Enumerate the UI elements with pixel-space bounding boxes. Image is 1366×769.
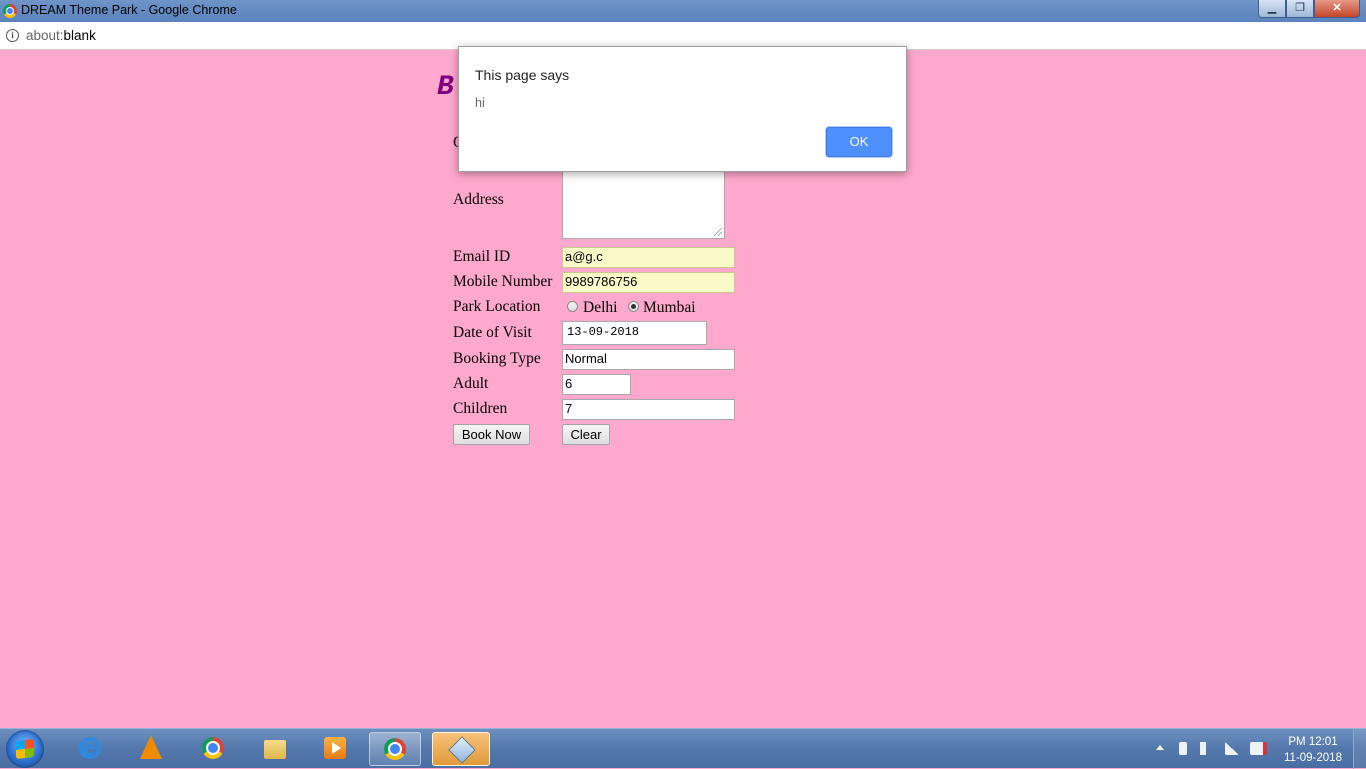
file-explorer-icon bbox=[264, 740, 286, 759]
media-player-icon bbox=[324, 737, 346, 759]
booking-type-label: Booking Type bbox=[453, 350, 541, 367]
booking-type-field[interactable]: Normal bbox=[562, 349, 735, 370]
address-textarea[interactable]: tyuu bbox=[562, 157, 725, 239]
chrome-icon bbox=[202, 737, 224, 759]
url-path: blank bbox=[63, 28, 96, 43]
system-clock[interactable]: PM 12:01 11-09-2018 bbox=[1278, 734, 1348, 766]
taskbar-media-player[interactable] bbox=[311, 732, 359, 766]
network-signal-icon[interactable] bbox=[1225, 742, 1239, 755]
maximize-button[interactable]: ❐ bbox=[1286, 0, 1314, 18]
window-title: DREAM Theme Park - Google Chrome bbox=[21, 3, 237, 17]
radio-delhi[interactable] bbox=[567, 301, 578, 312]
date-label: Date of Visit bbox=[453, 324, 532, 341]
show-hidden-icons-icon[interactable] bbox=[1156, 745, 1164, 750]
window-titlebar: DREAM Theme Park - Google Chrome ▁ ❐ ✕ bbox=[0, 0, 1366, 22]
dialog-ok-button[interactable]: OK bbox=[826, 127, 892, 157]
adult-field[interactable]: 6 bbox=[562, 374, 631, 395]
page-heading: B bbox=[437, 72, 454, 103]
taskbar-virtualbox[interactable] bbox=[432, 732, 490, 766]
taskbar-chrome[interactable] bbox=[189, 732, 237, 766]
dialog-message: hi bbox=[475, 96, 485, 110]
info-icon[interactable]: i bbox=[6, 29, 19, 42]
show-desktop-button[interactable] bbox=[1353, 729, 1366, 769]
mobile-field[interactable]: 9989786756 bbox=[562, 272, 735, 293]
virtualbox-icon bbox=[448, 736, 476, 764]
taskbar: PM 12:01 11-09-2018 bbox=[0, 728, 1366, 769]
taskbar-file-explorer[interactable] bbox=[251, 732, 299, 766]
email-field[interactable]: a@g.c bbox=[562, 247, 735, 268]
radio-mumbai-label: Mumbai bbox=[643, 299, 696, 316]
radio-delhi-label: Delhi bbox=[583, 299, 618, 316]
date-field[interactable]: 13-09-2018 bbox=[562, 321, 707, 345]
chrome-icon bbox=[384, 738, 406, 760]
url-scheme: about: bbox=[26, 28, 64, 43]
children-field[interactable]: 7 bbox=[562, 399, 735, 420]
internet-explorer-icon bbox=[79, 735, 101, 761]
clear-button[interactable]: Clear bbox=[562, 424, 610, 445]
clock-time: PM 12:01 bbox=[1288, 736, 1338, 748]
park-location-label: Park Location bbox=[453, 298, 541, 315]
chrome-logo-icon bbox=[3, 4, 17, 18]
windows-logo-icon bbox=[16, 739, 34, 759]
battery-icon[interactable] bbox=[1179, 742, 1187, 755]
close-button[interactable]: ✕ bbox=[1314, 0, 1360, 18]
taskbar-vlc[interactable] bbox=[127, 732, 175, 766]
url-text[interactable]: about:blank bbox=[26, 28, 96, 43]
dialog-title: This page says bbox=[475, 67, 570, 83]
minimize-button[interactable]: ▁ bbox=[1258, 0, 1286, 18]
clock-date: 11-09-2018 bbox=[1284, 752, 1342, 764]
address-label: Address bbox=[453, 191, 504, 208]
resize-grip-icon[interactable] bbox=[714, 228, 722, 236]
email-label: Email ID bbox=[453, 248, 511, 265]
children-label: Children bbox=[453, 400, 508, 417]
alert-dialog: This page says hi OK bbox=[458, 46, 907, 172]
taskbar-chrome-active[interactable] bbox=[369, 732, 421, 766]
action-center-icon[interactable] bbox=[1250, 742, 1267, 755]
book-now-button[interactable]: Book Now bbox=[453, 424, 530, 445]
mobile-label: Mobile Number bbox=[453, 273, 553, 290]
adult-label: Adult bbox=[453, 375, 489, 392]
radio-mumbai[interactable] bbox=[628, 301, 639, 312]
start-button[interactable] bbox=[6, 730, 44, 768]
volume-icon[interactable] bbox=[1200, 742, 1219, 755]
vlc-icon bbox=[140, 735, 162, 759]
taskbar-internet-explorer[interactable] bbox=[66, 732, 114, 766]
window-controls: ▁ ❐ ✕ bbox=[1258, 0, 1360, 18]
